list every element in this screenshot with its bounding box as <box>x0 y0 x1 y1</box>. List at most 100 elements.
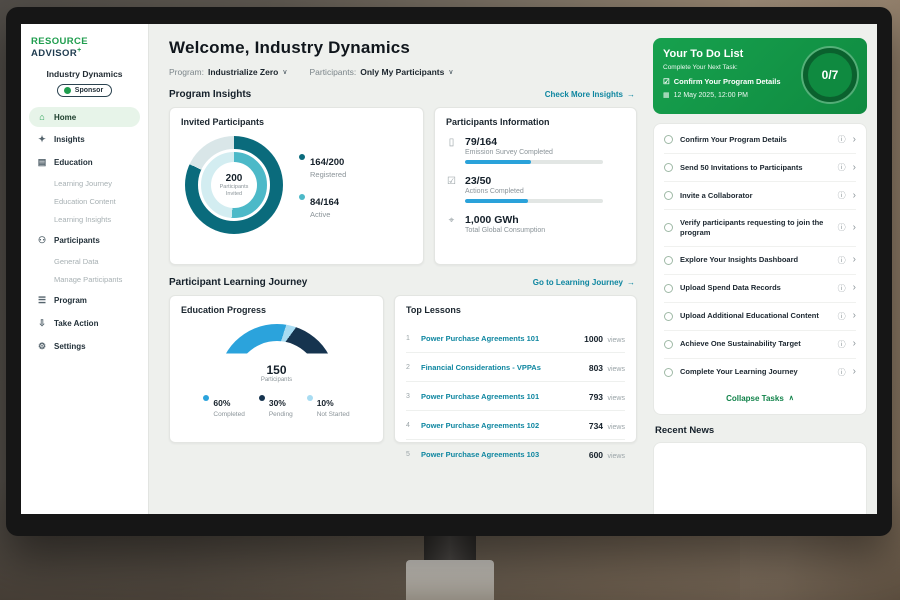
people-icon: ⚇ <box>37 235 47 246</box>
sidebar-item-label: Take Action <box>54 319 98 328</box>
check-more-insights-link[interactable]: Check More Insights → <box>545 90 635 99</box>
card-title: Invited Participants <box>181 117 412 127</box>
task-row[interactable]: Upload Additional Educational Content ⓘ … <box>664 303 856 331</box>
chevron-right-icon[interactable]: › <box>853 163 856 173</box>
due-date-label: 12 May 2025, 12:00 PM <box>674 92 748 99</box>
sidebar-item-label: Participants <box>54 236 100 245</box>
download-arrow-icon: ⇩ <box>37 318 47 329</box>
task-row[interactable]: Invite a Collaborator ⓘ › <box>664 182 856 210</box>
lesson-row: 2 Financial Considerations - VPPAs 803 v… <box>406 353 625 382</box>
sidebar-item-take-action[interactable]: ⇩ Take Action <box>29 313 140 334</box>
task-row[interactable]: Complete Your Learning Journey ⓘ › <box>664 359 856 386</box>
sidebar-item-education-content[interactable]: Education Content <box>29 193 140 210</box>
task-radio-icon[interactable] <box>664 223 673 232</box>
sidebar-item-learning-journey[interactable]: Learning Journey <box>29 175 140 192</box>
task-radio-icon[interactable] <box>664 312 673 321</box>
sidebar-item-general-data[interactable]: General Data <box>29 253 140 270</box>
sidebar-item-label: Settings <box>54 342 86 351</box>
sidebar-item-learning-insights[interactable]: Learning Insights <box>29 211 140 228</box>
task-row[interactable]: Upload Spend Data Records ⓘ › <box>664 275 856 303</box>
info-circle-icon[interactable]: ⓘ <box>838 283 846 294</box>
info-circle-icon[interactable]: ⓘ <box>838 311 846 322</box>
info-circle-icon[interactable]: ⓘ <box>838 339 846 350</box>
info-circle-icon[interactable]: ⓘ <box>838 190 846 201</box>
chevron-right-icon[interactable]: › <box>853 311 856 321</box>
sponsor-badge[interactable]: Sponsor <box>57 84 112 97</box>
stat-emission-survey: ▯ 79/164 Emission Survey Completed <box>446 136 625 164</box>
chevron-right-icon[interactable]: › <box>853 135 856 145</box>
info-circle-icon[interactable]: ⓘ <box>838 134 846 145</box>
task-radio-icon[interactable] <box>664 191 673 200</box>
dashboard-screen: RESOURCE ADVISOR+ Industry Dynamics Spon… <box>21 24 877 514</box>
arrow-right-icon: → <box>627 278 635 287</box>
task-radio-icon[interactable] <box>664 340 673 349</box>
chevron-right-icon[interactable]: › <box>853 223 856 233</box>
legend-value: 10% <box>317 398 334 408</box>
task-radio-icon[interactable] <box>664 368 673 377</box>
todo-next-task[interactable]: ☑ Confirm Your Program Details <box>663 77 795 86</box>
sidebar-item-manage-participants[interactable]: Manage Participants <box>29 271 140 288</box>
legend-label: Registered <box>310 170 346 179</box>
todo-task-list: Confirm Your Program Details ⓘ › Send 50… <box>653 123 867 415</box>
legend-value: 164/200 <box>310 157 344 168</box>
sidebar-nav: ⌂ Home ✦ Insights ▤ Education Learning J… <box>29 107 140 357</box>
todo-panel: Your To Do List Complete Your Next Task:… <box>649 24 877 514</box>
sidebar-item-insights[interactable]: ✦ Insights <box>29 129 140 150</box>
section-title: Participant Learning Journey <box>169 277 307 288</box>
home-icon: ⌂ <box>37 112 47 122</box>
lesson-title-link[interactable]: Power Purchase Agreements 103 <box>421 450 582 459</box>
task-radio-icon[interactable] <box>664 284 673 293</box>
task-radio-icon[interactable] <box>664 163 673 172</box>
task-row[interactable]: Explore Your Insights Dashboard ⓘ › <box>664 247 856 275</box>
sidebar-item-program[interactable]: ☰ Program <box>29 290 140 311</box>
sidebar-item-education[interactable]: ▤ Education <box>29 152 140 173</box>
info-circle-icon[interactable]: ⓘ <box>838 162 846 173</box>
task-label: Verify participants requesting to join t… <box>680 218 831 238</box>
lesson-title-link[interactable]: Power Purchase Agreements 101 <box>421 392 582 401</box>
collapse-tasks-button[interactable]: Collapse Tasks ∧ <box>664 386 856 412</box>
sidebar-item-participants[interactable]: ⚇ Participants <box>29 230 140 251</box>
chevron-right-icon[interactable]: › <box>853 367 856 377</box>
info-circle-icon[interactable]: ⓘ <box>838 255 846 266</box>
info-circle-icon[interactable]: ⓘ <box>838 367 846 378</box>
task-row[interactable]: Send 50 Invitations to Participants ⓘ › <box>664 154 856 182</box>
gauge-legend: 60% Completed 30% Pending <box>203 393 349 418</box>
recent-news-card <box>653 442 867 515</box>
sidebar-item-settings[interactable]: ⚙ Settings <box>29 336 140 357</box>
task-radio-icon[interactable] <box>664 256 673 265</box>
chevron-right-icon[interactable]: › <box>853 255 856 265</box>
todo-summary-card: Your To Do List Complete Your Next Task:… <box>653 38 867 114</box>
sidebar-item-home[interactable]: ⌂ Home <box>29 107 140 127</box>
go-to-learning-journey-link[interactable]: Go to Learning Journey → <box>533 278 635 287</box>
lesson-title-link[interactable]: Financial Considerations - VPPAs <box>421 363 582 372</box>
chevron-right-icon[interactable]: › <box>853 339 856 349</box>
stat-value: 1,000 GWh <box>465 214 545 226</box>
participants-filter[interactable]: Participants: Only My Participants ∨ <box>309 67 453 77</box>
legend-value: 30% <box>269 398 286 408</box>
logo-resource: RESOURCE <box>31 36 88 47</box>
chevron-right-icon[interactable]: › <box>853 283 856 293</box>
info-circle-icon[interactable]: ⓘ <box>838 222 846 233</box>
sponsor-icon <box>64 87 71 94</box>
task-label: Upload Additional Educational Content <box>680 311 831 321</box>
app-logo: RESOURCE ADVISOR+ <box>29 36 140 59</box>
legend-item-registered: 164/200 Registered <box>299 152 346 179</box>
main-content: Welcome, Industry Dynamics Program: Indu… <box>149 24 649 514</box>
program-filter[interactable]: Program: Industrialize Zero ∨ <box>169 67 287 77</box>
task-row[interactable]: Verify participants requesting to join t… <box>664 210 856 247</box>
link-label: Check More Insights <box>545 90 623 99</box>
todo-progress-value: 0/7 <box>822 68 839 82</box>
task-row[interactable]: Achieve One Sustainability Target ⓘ › <box>664 331 856 359</box>
stat-label: Total Global Consumption <box>465 227 545 234</box>
filter-bar: Program: Industrialize Zero ∨ Participan… <box>169 67 637 77</box>
legend-item-active: 84/164 Active <box>299 192 346 219</box>
chevron-right-icon[interactable]: › <box>853 191 856 201</box>
task-radio-icon[interactable] <box>664 135 673 144</box>
lesson-title-link[interactable]: Power Purchase Agreements 101 <box>421 334 577 343</box>
program-insights-header: Program Insights Check More Insights → <box>169 89 635 100</box>
task-row[interactable]: Confirm Your Program Details ⓘ › <box>664 126 856 154</box>
legend-label: Active <box>310 210 339 219</box>
lesson-title-link[interactable]: Power Purchase Agreements 102 <box>421 421 582 430</box>
gauge-center-label: Participants <box>261 377 292 383</box>
program-filter-label: Program: <box>169 67 204 77</box>
